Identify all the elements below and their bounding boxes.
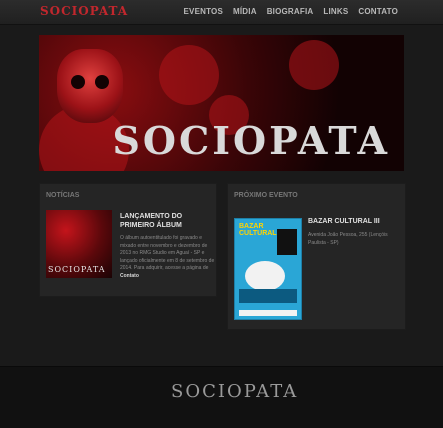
main-nav: EVENTOS MÍDIA BIOGRAFIA LINKS CONTATO bbox=[184, 7, 398, 16]
contact-link[interactable]: Contato bbox=[120, 273, 139, 279]
banner-title: SOCIOPATA bbox=[112, 118, 390, 163]
news-body: O álbum autoentitulado foi gravado e mix… bbox=[120, 235, 215, 280]
news-body-text: O álbum autoentitulado foi gravado e mix… bbox=[120, 235, 215, 271]
news-thumbnail-text: SOCIOPATA bbox=[48, 265, 106, 274]
news-heading[interactable]: LANÇAMENTO DO PRIMEIRO ÁLBUM bbox=[120, 212, 216, 230]
event-section-title: PRÓXIMO EVENTO bbox=[234, 192, 298, 199]
poster-box bbox=[277, 229, 297, 255]
footer-logo: SOCIOPATA bbox=[171, 381, 299, 402]
event-poster[interactable]: BAZAR CULTURAL bbox=[234, 218, 302, 320]
skull-illustration bbox=[57, 49, 123, 123]
event-address: Avenida João Pessoa, 255 (Lençóis Paulis… bbox=[308, 232, 388, 246]
event-panel: PRÓXIMO EVENTO BAZAR CULTURAL BAZAR CULT… bbox=[227, 183, 406, 330]
nav-contato[interactable]: CONTATO bbox=[358, 7, 398, 16]
news-thumbnail[interactable]: SOCIOPATA bbox=[46, 210, 112, 278]
top-navbar: SOCIOPATA EVENTOS MÍDIA BIOGRAFIA LINKS … bbox=[0, 0, 443, 25]
nav-links[interactable]: LINKS bbox=[323, 7, 348, 16]
nav-biografia[interactable]: BIOGRAFIA bbox=[267, 7, 314, 16]
news-section-title: NOTÍCIAS bbox=[46, 192, 80, 199]
poster-circle bbox=[245, 261, 285, 291]
news-panel: NOTÍCIAS SOCIOPATA LANÇAMENTO DO PRIMEIR… bbox=[39, 183, 217, 297]
nav-eventos[interactable]: EVENTOS bbox=[184, 7, 224, 16]
poster-strip bbox=[239, 289, 297, 303]
event-title[interactable]: BAZAR CULTURAL III bbox=[308, 218, 380, 225]
nav-midia[interactable]: MÍDIA bbox=[233, 7, 257, 16]
hero-banner: SOCIOPATA bbox=[39, 35, 404, 171]
site-logo[interactable]: SOCIOPATA bbox=[40, 4, 128, 18]
footer: SOCIOPATA bbox=[0, 366, 443, 428]
poster-foot bbox=[239, 310, 297, 316]
